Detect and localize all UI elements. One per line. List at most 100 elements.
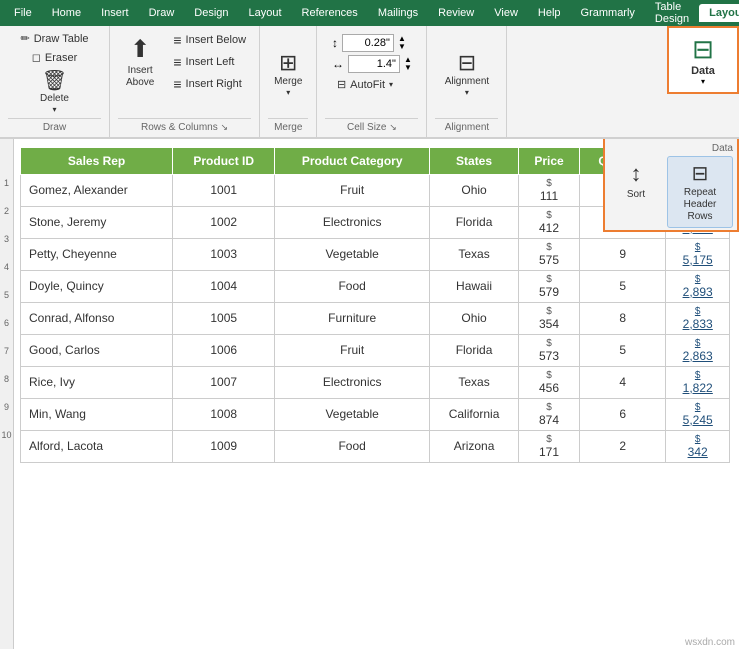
cell-qty: 9 <box>580 238 666 270</box>
insert-left-icon: ≡ <box>173 54 181 70</box>
tab-view[interactable]: View <box>484 4 528 22</box>
tab-help[interactable]: Help <box>528 4 571 22</box>
eraser-button[interactable]: ◻ Eraser <box>27 49 83 66</box>
repeat-header-rows-button[interactable]: ⊟ Repeat Header Rows <box>667 156 733 228</box>
ribbon-tab-bar: File Home Insert Draw Design Layout Refe… <box>0 0 739 26</box>
tab-insert[interactable]: Insert <box>91 4 139 22</box>
tab-table-design[interactable]: Table Design <box>645 0 699 28</box>
ruler-2: 2 <box>0 197 13 225</box>
ruler-8: 8 <box>0 365 13 393</box>
table-row: Petty, Cheyenne1003VegetableTexas$5759$5… <box>21 238 730 270</box>
cell-sales: $1,822 <box>666 366 730 398</box>
cell-category: Fruit <box>275 174 430 206</box>
cell-price: $874 <box>519 398 580 430</box>
autofit-button[interactable]: ⊟ AutoFit ▾ <box>332 76 398 93</box>
cell-qty: 5 <box>580 334 666 366</box>
merge-icon: ⊞ <box>279 50 297 76</box>
cell-product-id: 1004 <box>173 270 275 302</box>
merge-button[interactable]: ⊞ Merge ▾ <box>268 47 308 101</box>
cell-sales-rep: Gomez, Alexander <box>21 174 173 206</box>
cell-size-group-label: Cell Size ↘ <box>325 118 418 133</box>
cell-height-input[interactable] <box>342 34 394 52</box>
rows-cols-group-label: Rows & Columns ↘ <box>118 118 251 133</box>
cell-product-id: 1005 <box>173 302 275 334</box>
data-icon: ⊟ <box>692 34 714 65</box>
insert-below-label: Insert Below <box>186 34 247 46</box>
cell-price: $575 <box>519 238 580 270</box>
repeat-icon: ⊟ <box>692 161 709 187</box>
insert-below-button[interactable]: ≡ Insert Below <box>168 30 251 50</box>
insert-above-label: InsertAbove <box>126 65 154 89</box>
tab-references[interactable]: References <box>292 4 368 22</box>
insert-above-button[interactable]: ⬆ InsertAbove <box>118 30 162 95</box>
ribbon-group-rows-cols: ⬆ InsertAbove ≡ Insert Below ≡ Insert Le… <box>110 26 260 137</box>
tab-layout-2[interactable]: Layout <box>699 4 739 22</box>
header-product-id: Product ID <box>173 147 275 174</box>
table-row: Alford, Lacota1009FoodArizona$1712$342 <box>21 430 730 462</box>
cell-width-input[interactable] <box>348 55 400 73</box>
ruler-7: 7 <box>0 337 13 365</box>
cell-category: Vegetable <box>275 238 430 270</box>
alignment-button[interactable]: ⊟ Alignment ▾ <box>439 47 495 101</box>
cell-price: $171 <box>519 430 580 462</box>
header-product-category: Product Category <box>275 147 430 174</box>
eraser-icon: ◻ <box>32 51 41 64</box>
draw-table-icon: ✏ <box>20 32 29 45</box>
cell-qty: 8 <box>580 302 666 334</box>
data-button[interactable]: ⊟ Data ▾ <box>667 26 739 94</box>
cell-sales: $2,893 <box>666 270 730 302</box>
cell-product-id: 1002 <box>173 206 275 238</box>
cell-category: Food <box>275 430 430 462</box>
ribbon-group-merge: ⊞ Merge ▾ Merge <box>260 26 317 137</box>
sort-button[interactable]: ↕ Sort <box>609 156 663 228</box>
cell-state: Florida <box>430 334 519 366</box>
alignment-arrow: ▾ <box>465 88 469 98</box>
header-price: Price <box>519 147 580 174</box>
left-ruler: 1 2 3 4 5 6 7 8 9 10 <box>0 139 14 649</box>
data-arrow: ▾ <box>701 77 705 86</box>
insert-right-button[interactable]: ≡ Insert Right <box>168 74 251 94</box>
draw-table-button[interactable]: ✏ Draw Table <box>15 30 93 47</box>
merge-group-label: Merge <box>268 118 308 133</box>
cell-product-id: 1003 <box>173 238 275 270</box>
cell-sales-rep: Alford, Lacota <box>21 430 173 462</box>
cell-sales-rep: Min, Wang <box>21 398 173 430</box>
cell-height-spinner[interactable]: ▲▼ <box>398 35 406 51</box>
tab-file[interactable]: File <box>4 4 42 22</box>
merge-label: Merge <box>274 76 302 88</box>
tab-draw[interactable]: Draw <box>139 4 185 22</box>
tab-grammarly[interactable]: Grammarly <box>571 4 645 22</box>
table-row: Min, Wang1008VegetableCalifornia$8746$5,… <box>21 398 730 430</box>
cell-sales-rep: Rice, Ivy <box>21 366 173 398</box>
cell-sales-rep: Good, Carlos <box>21 334 173 366</box>
cell-sales: $5,245 <box>666 398 730 430</box>
cell-state: Ohio <box>430 302 519 334</box>
cell-sales-rep: Conrad, Alfonso <box>21 302 173 334</box>
tab-design[interactable]: Design <box>184 4 238 22</box>
cell-state: California <box>430 398 519 430</box>
panel-data-label: Data <box>609 143 733 156</box>
alignment-label: Alignment <box>445 76 489 88</box>
tab-layout-1[interactable]: Layout <box>239 4 292 22</box>
cell-product-id: 1006 <box>173 334 275 366</box>
insert-left-button[interactable]: ≡ Insert Left <box>168 52 251 72</box>
cell-qty: 5 <box>580 270 666 302</box>
sort-label: Sort <box>627 188 645 201</box>
cell-category: Electronics <box>275 206 430 238</box>
cell-price: $573 <box>519 334 580 366</box>
delete-button[interactable]: 🗑 Delete ▾ <box>34 66 75 118</box>
delete-icon: 🗑 <box>42 69 67 93</box>
ribbon-group-cell-size: ↕ ▲▼ ↔ ▲▼ ⊟ AutoFit ▾ Cell Size ↘ <box>317 26 427 137</box>
header-sales-rep: Sales Rep <box>21 147 173 174</box>
cell-width-spinner[interactable]: ▲▼ <box>404 56 412 72</box>
tab-mailings[interactable]: Mailings <box>368 4 428 22</box>
cell-height-icon: ↕ <box>332 36 338 50</box>
cell-category: Electronics <box>275 366 430 398</box>
insert-below-icon: ≡ <box>173 32 181 48</box>
cell-qty: 6 <box>580 398 666 430</box>
cell-product-id: 1001 <box>173 174 275 206</box>
draw-table-label: Draw Table <box>34 33 89 45</box>
tab-home[interactable]: Home <box>42 4 91 22</box>
tab-review[interactable]: Review <box>428 4 484 22</box>
table-row: Rice, Ivy1007ElectronicsTexas$4564$1,822 <box>21 366 730 398</box>
